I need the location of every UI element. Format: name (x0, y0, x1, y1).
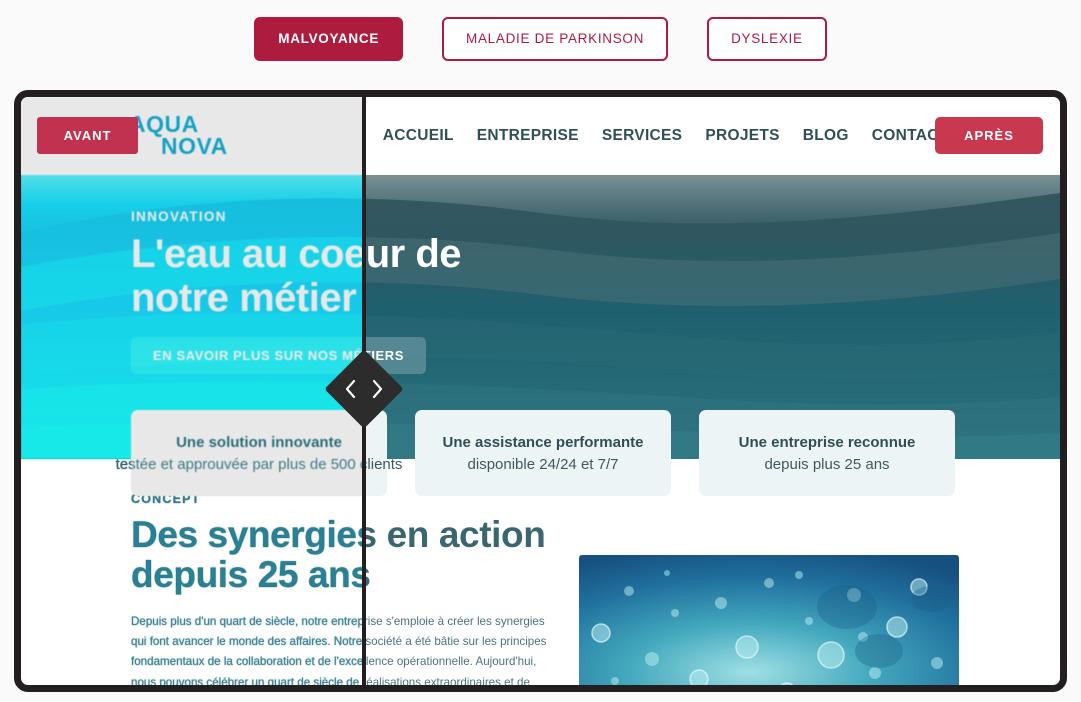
info-card-assistance: Une assistance performante disponible 24… (415, 410, 671, 496)
site-logo-before[interactable]: AQUA NOVA (129, 113, 228, 159)
underwater-bubbles-image-after (579, 555, 959, 685)
tab-maladie-de-parkinson[interactable]: MALADIE DE PARKINSON (442, 16, 669, 61)
nav-item-projets[interactable]: PROJETS (705, 127, 779, 145)
website-mock-before: AQUA NOVA ACCUEIL ENTREPRISE SERVICES PR… (21, 97, 362, 685)
tab-maladie-de-parkinson-label: MALADIE DE PARKINSON (466, 31, 645, 46)
label-avant-text: AVANT (63, 128, 112, 143)
info-card-subtitle: testée et approuvée par plus de 500 clie… (115, 455, 362, 473)
chevron-right-icon (372, 379, 383, 399)
tab-malvoyance[interactable]: MALVOYANCE (254, 16, 404, 61)
site-nav-after: ACCUEIL ENTREPRISE SERVICES PROJETS BLOG… (383, 126, 1003, 147)
info-card-subtitle: depuis plus 25 ans (764, 455, 890, 473)
logo-line-2: NOVA (161, 133, 228, 159)
nav-item-accueil[interactable]: ACCUEIL (383, 127, 454, 145)
info-card-subtitle: disponible 24/24 et 7/7 (467, 455, 619, 473)
hero-title-line-1: L'eau au coeur de (131, 232, 362, 276)
chevron-left-icon (345, 379, 356, 399)
tab-dyslexie[interactable]: DYSLEXIE (707, 16, 827, 61)
before-after-comparison-frame[interactable]: AQUA NOVA ACCUEIL ENTREPRISE SERVICES PR… (14, 90, 1067, 692)
comparison-slider-handle[interactable] (324, 349, 404, 429)
concept-title-line-2: depuis 25 ans (131, 553, 362, 595)
info-card-solution: Une solution innovante testée et approuv… (116, 410, 362, 496)
panel-before: AQUA NOVA ACCUEIL ENTREPRISE SERVICES PR… (21, 97, 362, 685)
info-card-title: Une solution innovante (176, 433, 342, 451)
label-apres-button[interactable]: APRÈS (935, 117, 1043, 154)
nav-item-blog[interactable]: BLOG (803, 127, 849, 145)
nav-item-entreprise[interactable]: ENTREPRISE (477, 127, 579, 145)
tab-malvoyance-label: MALVOYANCE (278, 31, 380, 46)
hero-title-line-2: notre métier (131, 276, 357, 320)
info-card-title: Une entreprise reconnue (738, 433, 916, 451)
info-card-title: Une assistance performante (442, 433, 644, 451)
concept-body-text: Depuis plus d'un quart de siècle, notre … (131, 614, 362, 685)
info-cards-row-before: Une solution innovante testée et approuv… (116, 410, 362, 496)
tab-dyslexie-label: DYSLEXIE (731, 31, 803, 46)
concept-title-line-1: Des synergies en action (131, 514, 362, 555)
info-card-entreprise: Une entreprise reconnue depuis plus 25 a… (699, 410, 955, 496)
comparison-viewport: AQUA NOVA ACCUEIL ENTREPRISE SERVICES PR… (21, 97, 1060, 685)
comparison-divider (324, 97, 404, 685)
hero-content-before: INNOVATION L'eau au coeur de notre métie… (131, 209, 362, 374)
accessibility-filter-tabs: MALVOYANCE MALADIE DE PARKINSON DYSLEXIE (0, 0, 1081, 77)
concept-block-before: CONCEPT Des synergies en action depuis 2… (131, 492, 362, 685)
nav-item-services[interactable]: SERVICES (602, 127, 683, 145)
label-avant-button[interactable]: AVANT (37, 117, 138, 154)
hero-eyebrow: INNOVATION (131, 209, 227, 224)
hero-cta-button[interactable]: EN SAVOIR PLUS SUR NOS MÉTIERS (131, 337, 362, 374)
label-apres-text: APRÈS (964, 128, 1014, 143)
handle-chevrons (336, 361, 392, 417)
